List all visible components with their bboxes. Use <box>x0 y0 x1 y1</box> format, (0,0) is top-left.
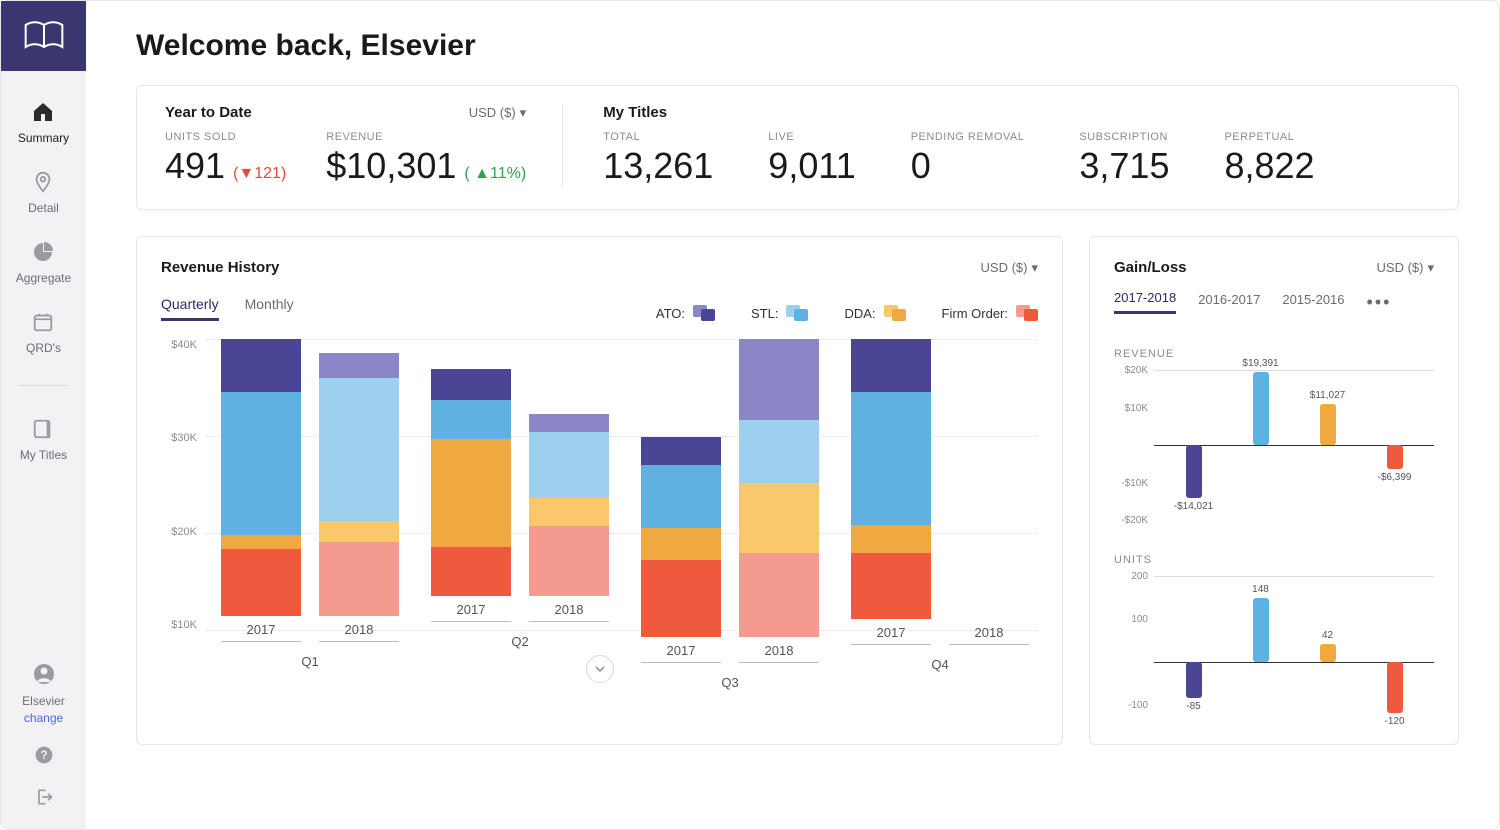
user-name: Elsevier <box>22 694 65 708</box>
logout-icon[interactable] <box>32 785 56 809</box>
kpi-total: TOTAL13,261 <box>603 131 713 187</box>
chart-bar[interactable] <box>529 414 609 596</box>
kpi-row: Year to Date USD ($)▾ UNITS SOLD 491(▼12… <box>136 85 1459 210</box>
legend-item[interactable]: Firm Order: <box>942 305 1038 321</box>
sidebar: Summary Detail Aggregate QRD's My Titles <box>1 1 86 829</box>
chart-bar[interactable] <box>221 339 301 616</box>
sidebar-item-label: Detail <box>28 201 59 215</box>
mini-chart-bar[interactable] <box>1186 445 1202 498</box>
gl-revenue-chart: $20K$10K-$10K-$20K -$14,021$19,391$11,02… <box>1114 370 1434 520</box>
ytd-title: Year to Date <box>165 104 252 121</box>
sidebar-item-detail[interactable]: Detail <box>28 169 59 215</box>
help-icon[interactable]: ? <box>32 743 56 767</box>
delta-pos: ( ▲11%) <box>464 165 526 183</box>
kpi-perpetual: PERPETUAL8,822 <box>1224 131 1314 187</box>
kpi-revenue: REVENUE $10,301( ▲11%) <box>326 131 526 187</box>
mini-chart-bar[interactable] <box>1253 372 1269 445</box>
home-icon <box>30 99 56 125</box>
main-content: Welcome back, Elsevier Year to Date USD … <box>86 1 1499 829</box>
legend-item[interactable]: STL: <box>751 305 808 321</box>
chevron-down-icon: ▾ <box>1031 260 1038 276</box>
calendar-icon <box>30 309 56 335</box>
sidebar-item-mytitles[interactable]: My Titles <box>20 416 67 462</box>
revenue-chart: $40K$30K$20K$10K 20172018Q120172018Q2201… <box>161 339 1038 649</box>
titles-title: My Titles <box>603 104 667 121</box>
sidebar-item-label: QRD's <box>26 341 61 355</box>
gainloss-title: Gain/Loss <box>1114 259 1187 276</box>
chart-bar[interactable] <box>851 339 931 619</box>
user-block: Elsevier change <box>22 662 65 725</box>
sidebar-item-aggregate[interactable]: Aggregate <box>16 239 71 285</box>
currency-dropdown[interactable]: USD ($)▾ <box>1377 260 1434 276</box>
mini-chart-bar[interactable] <box>1186 662 1202 698</box>
divider <box>18 385 68 386</box>
mini-chart-bar[interactable] <box>1253 598 1269 661</box>
sidebar-item-label: My Titles <box>20 448 67 462</box>
gl-tab-0[interactable]: 2017-2018 <box>1114 290 1176 314</box>
app-logo <box>1 1 86 71</box>
tab-monthly[interactable]: Monthly <box>245 296 294 321</box>
pie-icon <box>30 239 56 265</box>
more-icon[interactable]: ••• <box>1367 292 1392 313</box>
mini-chart-bar[interactable] <box>1387 662 1403 713</box>
pin-icon <box>30 169 56 195</box>
chevron-down-icon <box>594 663 606 675</box>
delta-neg: (▼121) <box>233 165 286 183</box>
legend-swatch-icon <box>693 305 715 321</box>
kpi-units-sold: UNITS SOLD 491(▼121) <box>165 131 286 187</box>
sidebar-item-summary[interactable]: Summary <box>18 99 69 145</box>
sidebar-item-qrds[interactable]: QRD's <box>26 309 61 355</box>
legend-swatch-icon <box>786 305 808 321</box>
mini-chart-bar[interactable] <box>1320 404 1336 445</box>
legend-swatch-icon <box>884 305 906 321</box>
change-user-link[interactable]: change <box>24 711 63 725</box>
revenue-card-title: Revenue History <box>161 259 279 276</box>
legend-swatch-icon <box>1016 305 1038 321</box>
chart-bar[interactable] <box>431 369 511 597</box>
chart-bar[interactable] <box>739 339 819 637</box>
currency-dropdown[interactable]: USD ($)▾ <box>981 260 1038 276</box>
kpi-live: LIVE9,011 <box>768 131 855 187</box>
tab-quarterly[interactable]: Quarterly <box>161 296 219 321</box>
titles-group: My Titles TOTAL13,261 LIVE9,011 PENDING … <box>603 104 1430 187</box>
expand-button[interactable] <box>586 655 614 683</box>
book-icon <box>22 19 66 53</box>
gainloss-card: Gain/Loss USD ($)▾ 2017-2018 2016-2017 2… <box>1089 236 1459 745</box>
svg-text:?: ? <box>40 749 47 762</box>
mini-chart-bar[interactable] <box>1320 644 1336 662</box>
mini-chart-bar[interactable] <box>1387 445 1403 469</box>
gl-tab-2[interactable]: 2015-2016 <box>1282 292 1344 313</box>
kpi-pending: PENDING REMOVAL0 <box>911 131 1025 187</box>
sidebar-item-label: Summary <box>18 131 69 145</box>
kpi-subscription: SUBSCRIPTION3,715 <box>1079 131 1169 187</box>
chart-legend: ATO: STL: DDA: Firm Order: <box>294 305 1038 321</box>
sidebar-item-label: Aggregate <box>16 271 71 285</box>
legend-item[interactable]: ATO: <box>656 305 715 321</box>
chart-bar[interactable] <box>641 437 721 637</box>
chevron-down-icon: ▾ <box>1427 260 1434 276</box>
ytd-group: Year to Date USD ($)▾ UNITS SOLD 491(▼12… <box>165 104 563 187</box>
currency-dropdown[interactable]: USD ($)▾ <box>469 105 526 121</box>
gl-units-title: UNITS <box>1114 554 1434 566</box>
page-title: Welcome back, Elsevier <box>136 29 1459 63</box>
chevron-down-icon: ▾ <box>520 105 527 121</box>
book-small-icon <box>30 416 56 442</box>
user-icon <box>32 662 56 691</box>
gl-units-chart: 200100-100 -8514842-120 <box>1114 576 1434 726</box>
chart-bar[interactable] <box>319 353 399 616</box>
gl-tab-1[interactable]: 2016-2017 <box>1198 292 1260 313</box>
revenue-history-card: Revenue History USD ($)▾ Quarterly Month… <box>136 236 1063 745</box>
legend-item[interactable]: DDA: <box>844 305 905 321</box>
